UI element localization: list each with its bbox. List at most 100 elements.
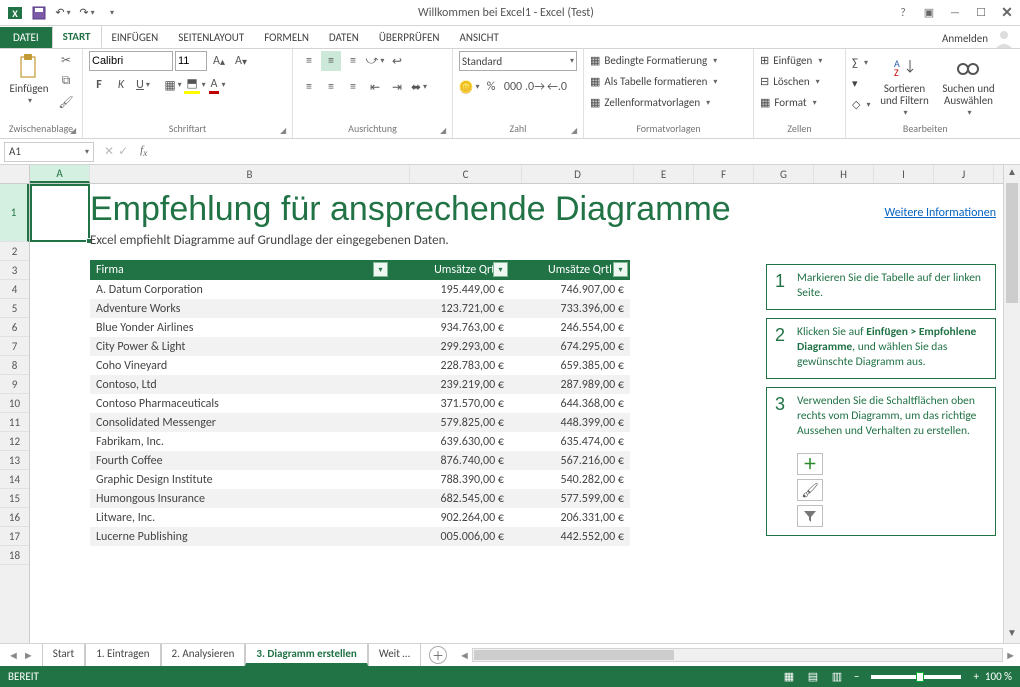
- undo-icon[interactable]: ↶▾: [52, 2, 74, 24]
- tab-view[interactable]: ANSICHT: [450, 27, 509, 48]
- ribbon-options-icon[interactable]: ▣: [916, 0, 942, 26]
- indent-increase-icon[interactable]: ⇥: [387, 77, 407, 97]
- table-row[interactable]: A. Datum Corporation195.449,00 €746.907,…: [90, 280, 630, 299]
- enter-formula-icon[interactable]: ✓: [118, 144, 128, 159]
- border-icon[interactable]: ▦▾: [163, 75, 183, 95]
- filter-icon[interactable]: ▾: [613, 262, 628, 277]
- formula-input[interactable]: [153, 142, 1020, 162]
- row-header[interactable]: 13: [0, 451, 29, 470]
- bold-icon[interactable]: F: [89, 75, 109, 95]
- zoom-slider[interactable]: [871, 675, 961, 679]
- maximize-icon[interactable]: ☐: [968, 0, 994, 26]
- table-row[interactable]: Fourth Coffee876.740,00 €567.216,00 €: [90, 451, 630, 470]
- format-painter-icon[interactable]: 🖌: [56, 93, 76, 111]
- cut-icon[interactable]: ✂: [56, 51, 76, 69]
- chart-filter-icon[interactable]: [797, 505, 823, 527]
- conditional-formatting-button[interactable]: ▦Bedingte Formatierung▾: [590, 51, 747, 70]
- row-header[interactable]: 16: [0, 508, 29, 527]
- copy-icon[interactable]: ⧉: [56, 72, 76, 90]
- view-pagebreak-icon[interactable]: ▥: [826, 669, 848, 685]
- minimize-icon[interactable]: —: [942, 0, 968, 26]
- column-header[interactable]: I: [874, 165, 934, 183]
- thousands-icon[interactable]: 000: [503, 77, 523, 97]
- table-row[interactable]: Consolidated Messenger579.825,00 €448.39…: [90, 413, 630, 432]
- format-as-table-button[interactable]: ▦Als Tabelle formatieren▾: [590, 72, 747, 91]
- tab-start[interactable]: START: [52, 25, 102, 48]
- font-launcher[interactable]: ◢: [280, 126, 290, 136]
- tab-formulas[interactable]: FORMELN: [254, 27, 319, 48]
- table-row[interactable]: Graphic Design Institute788.390,00 €540.…: [90, 470, 630, 489]
- row-header[interactable]: 6: [0, 318, 29, 337]
- clipboard-launcher[interactable]: ◢: [70, 126, 80, 136]
- row-header[interactable]: 11: [0, 413, 29, 432]
- close-icon[interactable]: ✕: [994, 0, 1020, 26]
- sheet-nav-prev[interactable]: ◄: [8, 649, 19, 662]
- orientation-icon[interactable]: ⤻▾: [365, 51, 385, 71]
- scrollbar-thumb[interactable]: [1006, 183, 1018, 303]
- data-table[interactable]: Firma▾ Umsätze Qrtl1▾ Umsätze Qrtl12▾ A.…: [90, 260, 630, 546]
- currency-icon[interactable]: 🪙▾: [459, 77, 479, 97]
- row-header[interactable]: 8: [0, 356, 29, 375]
- table-row[interactable]: Blue Yonder Airlines934.763,00 €246.554,…: [90, 318, 630, 337]
- help-icon[interactable]: ?: [890, 0, 916, 26]
- hscroll-right-icon[interactable]: ►: [1005, 649, 1016, 662]
- filter-icon[interactable]: ▾: [493, 262, 508, 277]
- row-header[interactable]: 10: [0, 394, 29, 413]
- font-size-select[interactable]: [175, 51, 207, 71]
- increase-decimal-icon[interactable]: .0→: [525, 77, 545, 97]
- table-row[interactable]: Fabrikam, Inc.639.630,00 €635.474,00 €: [90, 432, 630, 451]
- name-box[interactable]: A1▾: [4, 142, 94, 162]
- sort-filter-button[interactable]: AZ Sortieren und Filtern▾: [874, 51, 934, 119]
- autosum-button[interactable]: ∑▾: [852, 53, 870, 72]
- fx-icon[interactable]: fx: [134, 144, 153, 158]
- table-header-q12[interactable]: Umsätze Qrtl12▾: [510, 260, 630, 280]
- horizontal-scrollbar[interactable]: [472, 648, 1003, 662]
- row-header[interactable]: 2: [0, 242, 29, 261]
- align-left-icon[interactable]: ≡: [299, 77, 319, 97]
- find-select-button[interactable]: Suchen und Auswählen▾: [938, 51, 998, 119]
- decrease-decimal-icon[interactable]: ←.0: [547, 77, 567, 97]
- align-center-icon[interactable]: ≡: [321, 77, 341, 97]
- table-header-firma[interactable]: Firma▾: [90, 260, 390, 280]
- row-header[interactable]: 7: [0, 337, 29, 356]
- align-top-icon[interactable]: ≡: [299, 51, 319, 71]
- vertical-scrollbar[interactable]: ▲ ▼: [1003, 165, 1020, 643]
- save-icon[interactable]: [28, 2, 50, 24]
- zoom-out-icon[interactable]: −: [854, 670, 859, 683]
- sheet-tab[interactable]: Weit …: [368, 644, 421, 666]
- cancel-formula-icon[interactable]: ✕: [104, 144, 114, 159]
- table-header-q1[interactable]: Umsätze Qrtl1▾: [390, 260, 510, 280]
- italic-icon[interactable]: K: [111, 75, 131, 95]
- zoom-in-icon[interactable]: +: [973, 670, 978, 683]
- tab-pagelayout[interactable]: SEITENLAYOUT: [168, 27, 254, 48]
- hscroll-left-icon[interactable]: ◄: [459, 649, 470, 662]
- fill-color-icon[interactable]: ⬒▾: [185, 75, 205, 95]
- number-format-select[interactable]: Standard▾: [459, 51, 577, 71]
- align-middle-icon[interactable]: ≡: [321, 51, 341, 71]
- wrap-text-icon[interactable]: ↩: [387, 51, 407, 71]
- table-row[interactable]: Humongous Insurance682.545,00 €577.599,0…: [90, 489, 630, 508]
- row-header[interactable]: 1: [0, 184, 29, 242]
- tab-insert[interactable]: EINFÜGEN: [102, 27, 169, 48]
- clear-button[interactable]: ◇▾: [852, 95, 870, 114]
- underline-icon[interactable]: U▾: [133, 75, 153, 95]
- insert-cells-button[interactable]: ⊞Einfügen▾: [760, 51, 839, 70]
- table-row[interactable]: City Power & Light299.293,00 €674.295,00…: [90, 337, 630, 356]
- table-row[interactable]: Contoso Pharmaceuticals371.570,00 €644.3…: [90, 394, 630, 413]
- table-row[interactable]: Coho Vineyard228.783,00 €659.385,00 €: [90, 356, 630, 375]
- column-header[interactable]: J: [934, 165, 994, 183]
- merge-icon[interactable]: ⬌▾: [409, 77, 429, 97]
- view-pagelayout-icon[interactable]: ▤: [802, 669, 824, 685]
- view-normal-icon[interactable]: ▦: [778, 669, 800, 685]
- percent-icon[interactable]: %: [481, 77, 501, 97]
- sheet-tab[interactable]: 3. Diagramm erstellen: [245, 644, 367, 666]
- row-header[interactable]: 18: [0, 546, 29, 565]
- filter-icon[interactable]: ▾: [373, 262, 388, 277]
- format-cells-button[interactable]: ▦Format▾: [760, 93, 839, 112]
- sign-in-area[interactable]: Anmelden: [942, 28, 1020, 48]
- row-header[interactable]: 14: [0, 470, 29, 489]
- sheet-nav-next[interactable]: ►: [23, 649, 34, 662]
- tab-file[interactable]: DATEI: [0, 27, 52, 48]
- qat-customize-icon[interactable]: ▾: [100, 2, 122, 24]
- grow-font-icon[interactable]: A▴: [209, 51, 229, 71]
